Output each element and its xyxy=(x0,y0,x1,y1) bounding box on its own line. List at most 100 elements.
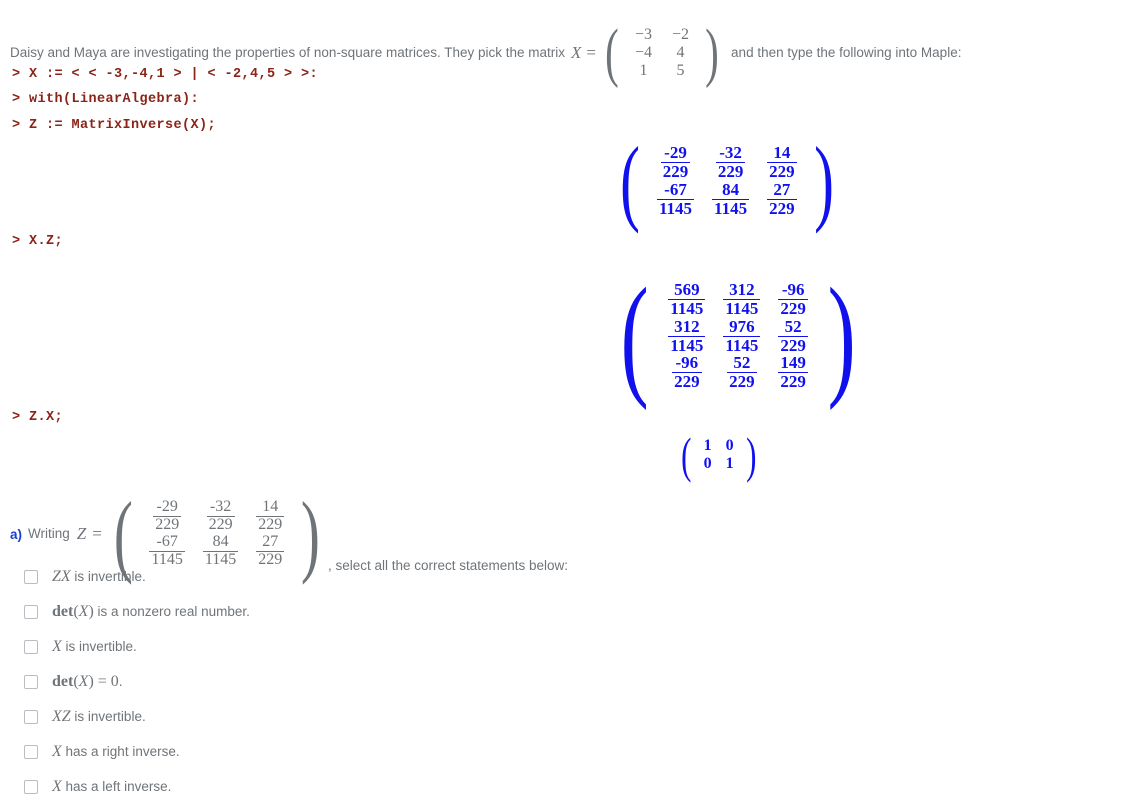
matrix-cell: -29 229 xyxy=(140,499,193,534)
fraction-numerator: 312 xyxy=(723,281,761,300)
det-operator: det xyxy=(52,673,74,690)
matrix-row: -29 229 -32 229 14 229 xyxy=(140,499,293,534)
option-row-opt-right-inverse[interactable]: X has a right inverse. xyxy=(24,743,180,761)
option-text-opt-right-inverse: has a right inverse. xyxy=(61,744,180,759)
option-row-opt-left-inverse[interactable]: X has a left inverse. xyxy=(24,778,171,796)
matrix-cell: −3 xyxy=(635,26,653,43)
fraction-numerator: 27 xyxy=(767,181,797,200)
fraction-numerator: -29 xyxy=(660,144,691,164)
output-matrix-z: (-29 229 -32 229 14 229 -67 1145 84 1145 27 229) xyxy=(614,133,840,229)
maple-line-2: > with(LinearAlgebra): xyxy=(12,92,200,107)
matrix-left-paren: ( xyxy=(681,427,692,483)
maple-line-4: > X.Z; xyxy=(12,234,64,249)
option-math-opt-det-nonzero: det(X) xyxy=(52,603,94,620)
fraction-denominator: 229 xyxy=(769,198,795,218)
fraction: -67 1145 xyxy=(656,181,695,218)
fraction: -29 229 xyxy=(153,499,182,534)
matrix-row: 312 1145 976 1145 52 229 xyxy=(659,317,817,355)
option-row-opt-xz-invertible[interactable]: XZ is invertible. xyxy=(24,708,146,726)
option-text-opt-left-inverse: has a left inverse. xyxy=(61,779,172,794)
matrix-z-question: (-29 229 -32 229 14 229 -67 1145 84 1145 27 229) xyxy=(108,488,326,580)
option-row-opt-det-nonzero[interactable]: det(X) is a nonzero real number. xyxy=(24,603,250,621)
option-row-opt-zx-invertible[interactable]: ZX is invertible. xyxy=(24,568,146,586)
matrix-cell: 52 229 xyxy=(714,354,769,391)
fraction: 52 229 xyxy=(778,317,808,355)
fraction-denominator: 1145 xyxy=(670,298,704,318)
matrix-right-paren: ) xyxy=(705,16,719,89)
fraction-numerator: 976 xyxy=(723,317,761,337)
output-matrix-zx: (1 0 0 1) xyxy=(678,430,759,480)
fraction: 312 1145 xyxy=(668,317,706,355)
checkbox-opt-x-invertible[interactable] xyxy=(24,640,38,654)
matrix-cell: 14 229 xyxy=(247,499,293,534)
checkbox-opt-det-zero[interactable] xyxy=(24,675,38,689)
fraction-denominator: 1145 xyxy=(714,198,748,218)
option-label-opt-det-zero: det(X) = 0. xyxy=(52,673,123,691)
fraction-numerator: 84 xyxy=(202,533,239,552)
option-label-opt-zx-invertible: ZX is invertible. xyxy=(52,568,146,586)
matrix-row: -29 229 -32 229 14 229 xyxy=(648,144,806,181)
option-row-opt-x-invertible[interactable]: X is invertible. xyxy=(24,638,137,656)
fraction: 569 1145 xyxy=(668,281,706,318)
matrix-cell: -32 229 xyxy=(703,144,758,181)
matrix-cell: 52 229 xyxy=(769,317,817,355)
matrix-row: 01 xyxy=(697,455,741,473)
matrix-cell: 149 229 xyxy=(769,354,817,391)
fraction: -67 1145 xyxy=(149,533,185,569)
fraction-denominator: 229 xyxy=(662,162,689,182)
matrix-cell: -96 229 xyxy=(659,354,714,391)
matrix-xz-output: (569 1145 312 1145 -96 229 312 1145 976 1145 52 229… xyxy=(612,268,864,404)
matrix-x-body: (−3 −2 −4 4 1 5) xyxy=(601,20,723,86)
fraction-denominator: 1145 xyxy=(151,550,183,568)
question-a-text-after: , select all the correct statements belo… xyxy=(327,558,569,574)
matrix-zx-output: (1 0 0 1) xyxy=(678,430,759,480)
fraction-numerator: -96 xyxy=(778,281,808,300)
option-label-opt-left-inverse: X has a left inverse. xyxy=(52,778,171,796)
checkbox-opt-left-inverse[interactable] xyxy=(24,780,38,794)
question-a: a) Writing Z = (-29 229 -32 229 14 229 -67 1145… xyxy=(10,488,568,580)
fraction-numerator: -32 xyxy=(715,144,746,164)
checkbox-opt-det-nonzero[interactable] xyxy=(24,605,38,619)
question-a-variable-z: Z xyxy=(76,524,87,543)
matrix-cell: 27 229 xyxy=(247,533,293,569)
matrix-cell: -29 229 xyxy=(648,144,703,181)
fraction: 84 1145 xyxy=(202,533,239,569)
matrix-right-paren: ) xyxy=(827,261,856,411)
option-row-opt-det-zero[interactable]: det(X) = 0. xyxy=(24,673,123,691)
intro-text-after: and then type the following into Maple: xyxy=(731,44,962,60)
checkbox-opt-right-inverse[interactable] xyxy=(24,745,38,759)
output-matrix-xz: (569 1145 312 1145 -96 229 312 1145 976 1145 52 229… xyxy=(612,268,864,404)
option-math-opt-zx-invertible: ZX xyxy=(52,568,71,585)
option-text-opt-x-invertible: is invertible. xyxy=(61,639,137,654)
checkbox-opt-xz-invertible[interactable] xyxy=(24,710,38,724)
matrix-body: -29 229 -32 229 14 229 -67 1145 84 1145 27 229 xyxy=(140,499,293,568)
question-a-label: a) xyxy=(10,526,23,542)
fraction-denominator: 1145 xyxy=(725,298,759,318)
fraction-denominator: 1145 xyxy=(670,335,704,355)
option-math-opt-det-zero: det(X) = 0 xyxy=(52,673,119,690)
fraction-denominator: 229 xyxy=(674,372,700,392)
matrix-cell: -67 1145 xyxy=(648,181,703,218)
matrix-row: -96 229 52 229 149 229 xyxy=(659,354,817,391)
checkbox-opt-zx-invertible[interactable] xyxy=(24,570,38,584)
fraction: 976 1145 xyxy=(723,317,761,355)
matrix-row: -67 1145 84 1145 27 229 xyxy=(648,181,806,218)
fraction-numerator: 27 xyxy=(256,533,285,552)
matrix-cell: −4 xyxy=(635,44,653,61)
det-argument: (X) xyxy=(73,603,94,620)
matrix-left-paren: ( xyxy=(620,261,649,411)
matrix-cell: 569 1145 xyxy=(659,281,714,318)
det-operator: det xyxy=(52,603,74,620)
fraction-denominator: 229 xyxy=(780,298,806,318)
matrix-cell: 312 1145 xyxy=(659,317,714,355)
intro-equals: = xyxy=(586,43,597,62)
matrix-row: −4 4 xyxy=(625,44,699,62)
fraction-numerator: 14 xyxy=(767,144,797,164)
matrix-row: 569 1145 312 1145 -96 229 xyxy=(659,281,817,318)
matrix-right-paren: ) xyxy=(813,127,834,234)
matrix-cell: -32 229 xyxy=(194,499,247,534)
fraction: 52 229 xyxy=(727,354,757,391)
fraction: 312 1145 xyxy=(723,281,761,318)
matrix-cell: 1 xyxy=(725,455,734,472)
option-math-opt-x-invertible: X xyxy=(52,638,62,655)
